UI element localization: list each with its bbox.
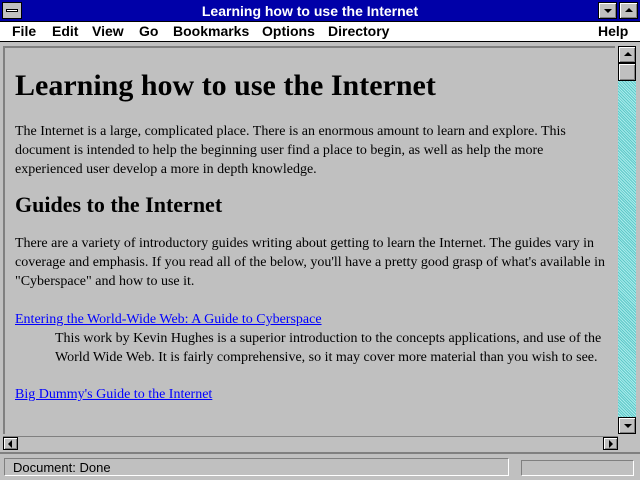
scroll-up-button[interactable] (618, 46, 636, 63)
scroll-thumb[interactable] (618, 63, 636, 81)
arrow-right-icon (609, 440, 613, 448)
scroll-down-button[interactable] (618, 417, 636, 434)
menu-edit[interactable]: Edit (52, 23, 78, 40)
document-view[interactable]: Learning how to use the Internet The Int… (3, 46, 615, 434)
menu-options[interactable]: Options (262, 23, 315, 40)
window-title: Learning how to use the Internet (201, 3, 419, 19)
title-bar[interactable]: Learning how to use the Internet (0, 0, 640, 22)
scroll-track[interactable] (618, 46, 636, 434)
menu-file[interactable]: File (12, 23, 36, 40)
menu-help[interactable]: Help (598, 23, 628, 40)
system-menu-icon[interactable] (2, 2, 22, 19)
status-text: Document: Done (4, 458, 509, 476)
progress-indicator (521, 460, 634, 476)
arrow-down-icon (624, 424, 632, 428)
vertical-scrollbar[interactable] (618, 46, 636, 434)
minimize-button[interactable] (598, 2, 617, 19)
maximize-button[interactable] (619, 2, 638, 19)
menu-bookmarks[interactable]: Bookmarks (173, 23, 249, 40)
menu-bar: File Edit View Go Bookmarks Options Dire… (0, 22, 640, 42)
section-heading: Guides to the Internet (15, 192, 223, 217)
minimize-icon (604, 9, 612, 13)
intro-paragraph: The Internet is a large, complicated pla… (15, 124, 566, 177)
menu-go[interactable]: Go (139, 23, 158, 40)
arrow-left-icon (8, 440, 12, 448)
horizontal-scrollbar[interactable] (3, 436, 618, 450)
page-title: Learning how to use the Internet (15, 69, 436, 102)
scroll-left-button[interactable] (3, 437, 18, 450)
guide-link-world-wide-web[interactable]: Entering the World-Wide Web: A Guide to … (15, 310, 605, 329)
guide-description: This work by Kevin Hughes is a superior … (55, 331, 602, 365)
maximize-icon (625, 8, 633, 12)
section-paragraph: There are a variety of introductory guid… (15, 236, 605, 289)
document-frame: Learning how to use the Internet The Int… (0, 42, 640, 452)
guide-link-big-dummy[interactable]: Big Dummy's Guide to the Internet (15, 385, 605, 404)
menu-directory[interactable]: Directory (328, 23, 389, 40)
menu-view[interactable]: View (92, 23, 124, 40)
status-bar: Document: Done (0, 452, 640, 480)
scroll-right-button[interactable] (603, 437, 618, 450)
arrow-up-icon (624, 52, 632, 56)
